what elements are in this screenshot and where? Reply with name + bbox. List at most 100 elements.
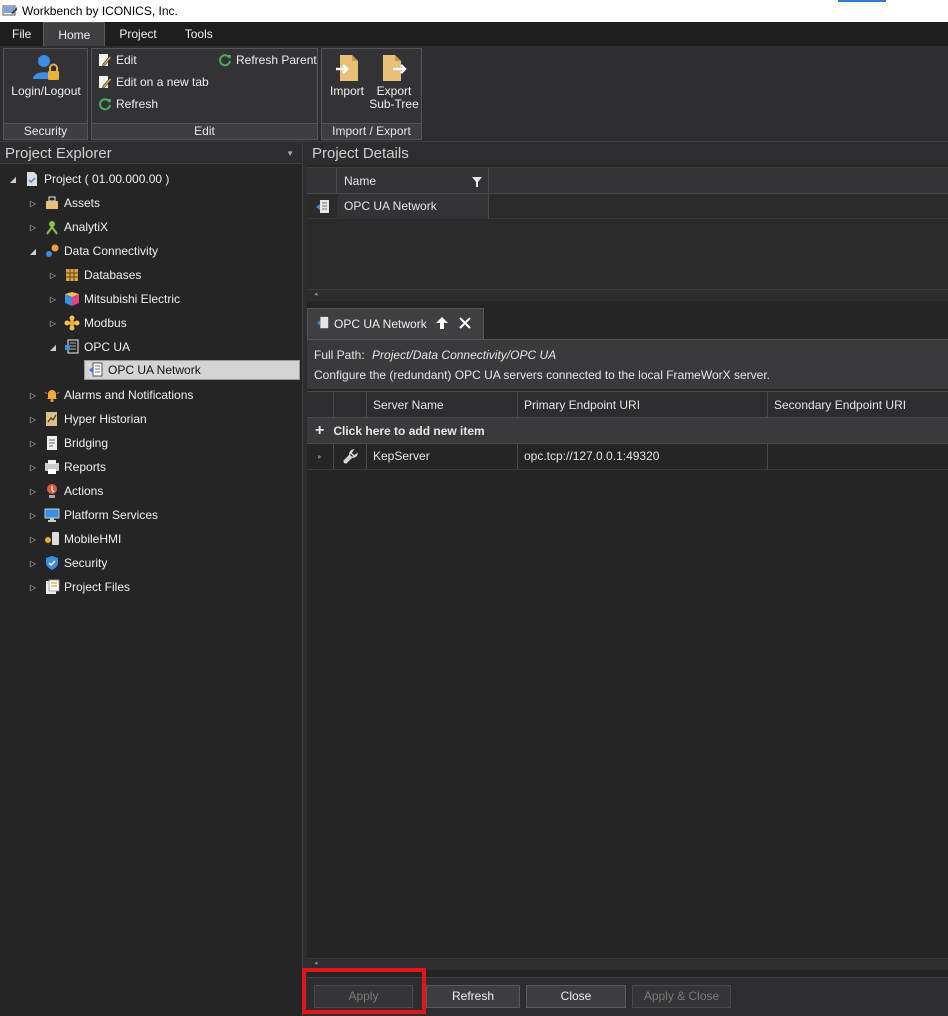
refresh-ribbon-button[interactable]: Refresh [98,97,158,111]
export-subtree-button[interactable]: Export Sub-Tree [368,53,420,111]
mitsubishi-icon [64,291,80,307]
row-selector-arrow-icon[interactable]: ▸ [307,444,334,469]
expand-arrow-icon[interactable]: ▷ [28,199,38,208]
tree-node-project-root[interactable]: ◢ Project ( 01.00.000.00 ) [8,169,169,189]
tree-node-databases[interactable]: ▷ Databases [48,265,141,285]
expand-arrow-icon[interactable]: ▷ [28,511,38,520]
apply-button[interactable]: Apply [314,985,413,1008]
import-button[interactable]: Import [327,53,367,98]
server-name-cell[interactable]: KepServer [367,444,518,469]
collapse-arrow-icon[interactable]: ◢ [28,247,38,256]
tree-node-security[interactable]: ▷ Security [28,553,107,573]
refresh-parent-button[interactable]: Refresh Parent [218,53,317,67]
server-wrench-icon [334,444,367,469]
icon-column-header [334,392,367,418]
edit-button[interactable]: Edit [98,53,137,67]
tab-label: OPC UA Network [334,317,427,331]
tree-node-mobilehmi[interactable]: ▷ MobileHMI [28,529,121,549]
servers-grid-header: Server Name Primary Endpoint URI Seconda… [307,391,948,418]
menu-tab-home[interactable]: Home [43,22,106,46]
table-row[interactable]: ▸ KepServer opc.tcp://127.0.0.1:49320 [307,444,948,470]
login-logout-label: Login/Logout [11,84,81,98]
tree-node-analytix[interactable]: ▷ AnalytiX [28,217,108,237]
collapse-arrow-icon[interactable]: ◢ [48,343,58,352]
tree-node-actions[interactable]: ▷ Actions [28,481,103,501]
name-column-header[interactable]: Name [337,168,489,194]
expand-arrow-icon[interactable]: ▷ [28,559,38,568]
tree-node-project-files[interactable]: ▷ Project Files [28,577,130,597]
refresh-ribbon-label: Refresh [116,97,159,111]
detail-info-panel: Full Path: Project/Data Connectivity/OPC… [307,339,948,389]
expand-arrow-icon[interactable]: ▷ [48,319,58,328]
grid-header: Name [307,168,948,194]
horizontal-scrollbar[interactable]: ◂ [307,289,948,301]
expand-arrow-icon[interactable]: ▷ [48,271,58,280]
project-details-grid: Name OPC UA Network ◂ [307,167,948,301]
primary-endpoint-header[interactable]: Primary Endpoint URI [518,392,768,418]
tree-node-bridging[interactable]: ▷ Bridging [28,433,108,453]
tree-node-mitsubishi-electric[interactable]: ▷ Mitsubishi Electric [48,289,180,309]
tree-node-opc-ua[interactable]: ◢ OPC UA [48,337,130,357]
tree-label: Project ( 01.00.000.00 ) [44,172,170,186]
expand-arrow-icon[interactable]: ▷ [28,583,38,592]
tree-node-opc-ua-network[interactable]: OPC UA Network [84,360,300,380]
expand-arrow-icon[interactable]: ▷ [48,295,58,304]
scroll-left-arrow-icon[interactable]: ◂ [314,290,318,298]
tree-label: Actions [64,484,104,498]
collapse-arrow-icon[interactable]: ◢ [8,175,18,184]
tree-node-data-connectivity[interactable]: ◢ Data Connectivity [28,241,158,261]
tab-opc-ua-network[interactable]: OPC UA Network [307,308,484,339]
footer-button-bar: Apply Refresh Close Apply & Close [307,977,948,1016]
edit-on-new-tab-button[interactable]: Edit on a new tab [98,75,209,89]
expand-arrow-icon[interactable]: ▷ [28,535,38,544]
primary-endpoint-cell[interactable]: opc.tcp://127.0.0.1:49320 [518,444,768,469]
apply-close-button[interactable]: Apply & Close [632,985,731,1008]
tree-label: Alarms and Notifications [64,388,194,402]
export-icon [383,55,407,81]
expand-arrow-icon[interactable]: ▷ [28,439,38,448]
expand-arrow-icon[interactable]: ▷ [28,463,38,472]
secondary-endpoint-header[interactable]: Secondary Endpoint URI [768,392,948,418]
close-tab-icon[interactable] [458,316,471,332]
panel-dropdown-icon[interactable]: ▼ [286,143,294,164]
ribbon-group-security: Login/Logout Security [3,48,88,140]
server-name-header[interactable]: Server Name [367,392,518,418]
tree-label: Modbus [84,316,127,330]
plus-icon: + [315,421,325,439]
shield-icon [44,555,60,571]
expand-arrow-icon[interactable]: ▷ [28,415,38,424]
tree-node-hyper-historian[interactable]: ▷ Hyper Historian [28,409,147,429]
menu-tab-file[interactable]: File [0,22,43,46]
tree-node-modbus[interactable]: ▷ Modbus [48,313,127,333]
expand-arrow-icon[interactable]: ▷ [28,487,38,496]
ribbon-group-edit: Edit Edit on a new tab Refresh Refresh P… [91,48,318,140]
project-explorer-header: Project Explorer ▼ [0,143,302,164]
login-logout-button[interactable]: Login/Logout [10,53,82,98]
secondary-endpoint-cell[interactable] [768,444,948,469]
tree-label: Security [64,556,108,570]
refresh-button[interactable]: Refresh [426,985,520,1008]
window-title: Workbench by ICONICS, Inc. [22,4,178,18]
table-row[interactable]: OPC UA Network [307,194,948,219]
tree-node-alarms[interactable]: ▷ Alarms and Notifications [28,385,193,405]
add-new-item-row[interactable]: + Click here to add new item [307,418,948,444]
tree-label: Bridging [64,436,109,450]
tree-label: AnalytiX [64,220,109,234]
close-button[interactable]: Close [526,985,626,1008]
expand-arrow-icon[interactable]: ▷ [28,391,38,400]
bridging-icon [44,435,60,451]
filter-icon[interactable] [472,168,482,194]
import-label: Import [329,84,364,98]
servers-horizontal-scrollbar[interactable]: ◂ [307,958,948,970]
expand-arrow-icon[interactable]: ▷ [28,223,38,232]
scroll-left-arrow-icon[interactable]: ◂ [314,959,318,967]
tree-node-reports[interactable]: ▷ Reports [28,457,106,477]
menu-tab-project[interactable]: Project [105,22,170,46]
tree-node-assets[interactable]: ▷ Assets [28,193,100,213]
tree-node-platform-services[interactable]: ▷ Platform Services [28,505,158,525]
full-path-line: Full Path: Project/Data Connectivity/OPC… [314,348,941,368]
reports-icon [44,459,60,475]
name-cell[interactable]: OPC UA Network [337,194,489,219]
menu-tab-tools[interactable]: Tools [171,22,227,46]
navigate-up-icon[interactable] [435,316,449,333]
